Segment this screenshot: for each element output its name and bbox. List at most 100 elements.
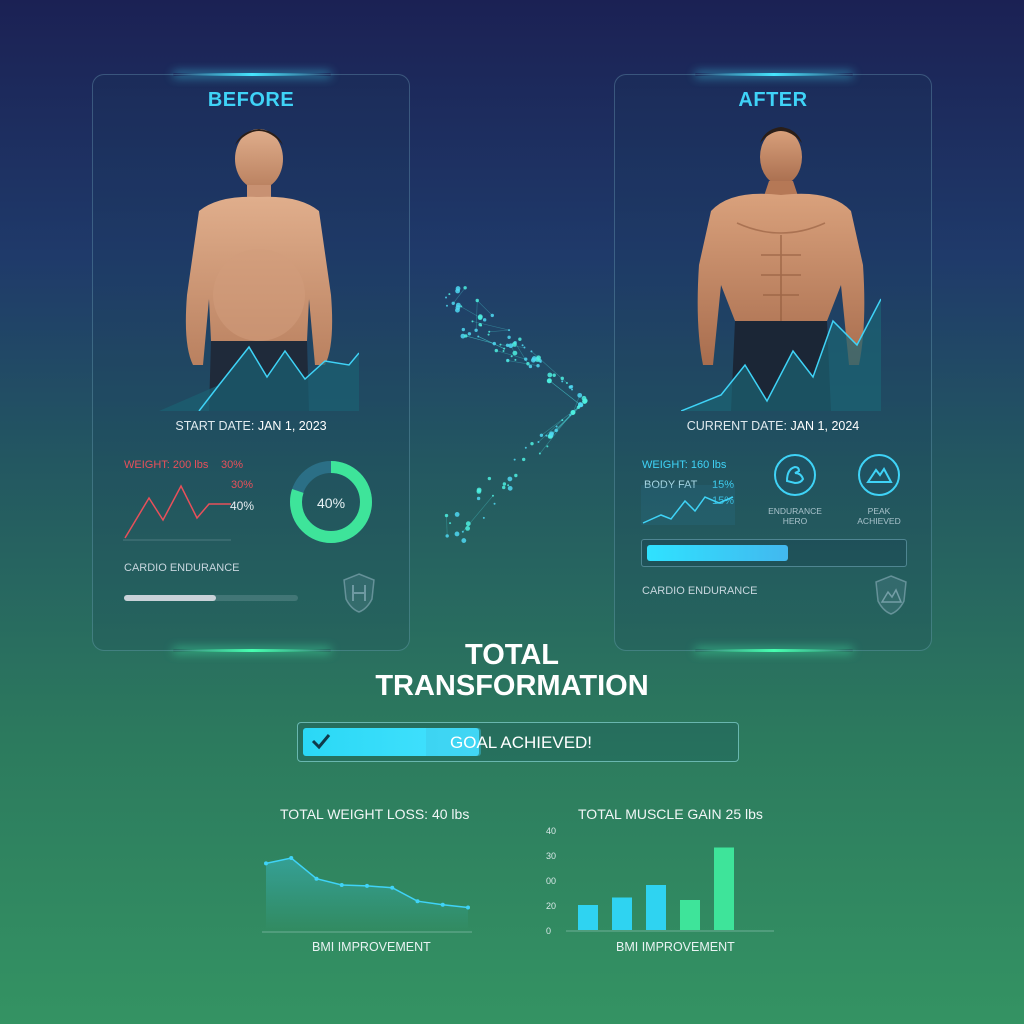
after-progress-track [641,539,907,567]
particle [507,476,513,482]
particle [530,441,534,446]
particle [502,485,506,490]
particle [482,516,485,519]
goal-achieved-bar: GOAL ACHIEVED! [297,722,739,762]
particle [455,302,461,308]
area-fill [266,858,468,930]
after-sparkline [641,485,735,525]
particle [454,531,460,537]
particle [477,335,480,338]
particle [524,357,528,361]
area-point [365,883,369,888]
particle [474,328,478,332]
particle [476,487,482,493]
before-card: BEFORE START DATE: JAN 1, 2023 WEIGHT: 2… [92,73,410,652]
particle [528,364,533,369]
weight-loss-xlabel: BMI IMPROVEMENT [312,940,431,954]
mountain-shield-icon [875,575,907,615]
current-date: CURRENT DATE: JAN 1, 2024 [615,419,931,433]
heading-line-1: TOTAL [465,639,559,671]
particle [461,538,467,543]
particle [536,364,540,368]
particle [492,341,497,346]
particle [465,526,471,531]
particle [493,502,496,505]
particle [444,513,449,518]
particle [546,445,549,448]
particle [565,382,568,385]
weight-loss-title: TOTAL WEIGHT LOSS: 40 lbs [280,806,470,822]
particle [510,355,513,358]
area-point [466,905,470,910]
start-date-value: JAN 1, 2023 [257,419,327,433]
particle-link [489,329,510,333]
particle [568,385,573,389]
shield-icon [343,573,375,613]
particle [476,496,481,501]
particle-link [472,321,510,331]
area-point [390,885,395,890]
card-glow-top [173,73,331,76]
after-endurance-label: CARDIO ENDURANCE [642,585,758,597]
particle [488,330,491,333]
before-pct-c: 40% [230,499,255,513]
particle [552,373,556,377]
before-pct-b: 30% [231,479,254,491]
particle-arrow-graphic [444,286,588,543]
particle [545,434,548,437]
particle [480,324,483,327]
current-date-label: CURRENT DATE: [686,419,787,433]
muscle-gain-chart: 0 20 00 30 40 [546,826,774,936]
mountain-icon [858,454,900,496]
particle [513,458,516,461]
after-weight: WEIGHT: 160 lbs [642,459,727,471]
card-glow-bottom [173,649,331,652]
particle [465,521,471,527]
before-endurance-fill [124,595,217,601]
particle-link [549,380,581,406]
particle [445,534,449,538]
weight-loss-chart [262,856,472,933]
particle [561,419,564,422]
muscle-gain-xlabel: BMI IMPROVEMENT [616,940,735,954]
particle [445,296,448,299]
particle-link [538,419,563,443]
particle [445,304,448,307]
particle [506,358,509,361]
area-point [314,876,319,881]
before-weight-sparkline [123,484,231,541]
goal-label: GOAL ACHIEVED! [450,733,593,752]
particle [487,333,490,336]
particle-link [477,300,493,316]
current-date-value: JAN 1, 2024 [790,419,860,433]
y-tick-label: 00 [546,876,556,886]
y-tick-label: 20 [546,901,556,911]
y-tick-label: 0 [546,926,551,936]
particle [502,482,507,486]
particle [508,329,511,332]
badge-peak-achieved: PEAK ACHIEVED [851,453,907,526]
particle [514,358,517,361]
particle [531,356,537,361]
start-date-label: START DATE: [175,419,255,433]
before-title: BEFORE [207,89,295,111]
particle [507,485,513,491]
particle [502,350,505,353]
particle [464,334,468,338]
particle [570,409,576,415]
area-point [415,899,420,904]
area-point [264,861,268,866]
particle [491,494,494,497]
particle [449,522,452,525]
particle [508,343,514,349]
particle [463,286,467,290]
particle [547,378,552,384]
ring-label: 40% [317,495,346,511]
badge-peak-label: PEAK ACHIEVED [857,506,901,526]
area-point [339,883,344,887]
particle [499,343,502,346]
flexed-arm-icon [774,454,816,496]
bar [612,897,632,930]
checkmark-icon [311,734,331,750]
particle [524,446,527,449]
